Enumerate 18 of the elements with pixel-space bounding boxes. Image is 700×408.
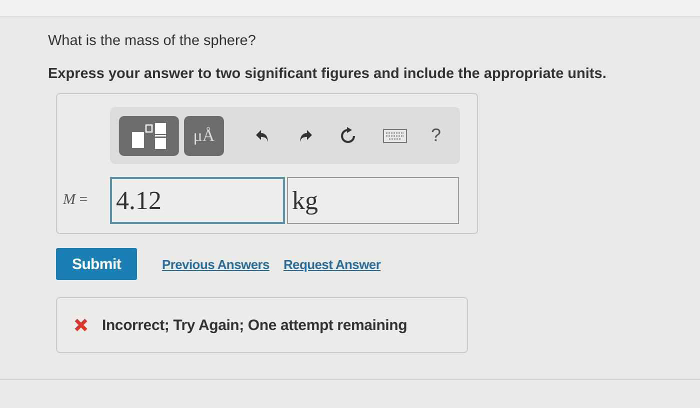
reset-icon[interactable] (339, 126, 357, 144)
units-button[interactable]: μÅ (184, 116, 224, 156)
templates-icon (130, 122, 168, 150)
keyboard-icon[interactable] (383, 128, 407, 142)
help-button[interactable]: ? (431, 125, 442, 146)
unit-field[interactable]: kg (287, 177, 459, 224)
feedback-message: Incorrect; Try Again; One attempt remaining (102, 316, 408, 334)
templates-button[interactable] (119, 116, 179, 156)
question-text: What is the mass of the sphere? (48, 33, 257, 49)
error-icon (74, 318, 88, 332)
undo-icon[interactable] (255, 128, 271, 144)
submit-button[interactable]: Submit (56, 248, 137, 280)
answer-link[interactable]: Previous Answers (162, 256, 270, 272)
instruction-text: Express your answer to two significant figures and include the appropriate units. (48, 66, 608, 82)
value-field[interactable]: 4.12 (110, 177, 285, 224)
redo-icon[interactable] (297, 128, 313, 144)
answer-link[interactable]: Request Answer (283, 256, 381, 272)
variable-label: M = (63, 192, 89, 209)
